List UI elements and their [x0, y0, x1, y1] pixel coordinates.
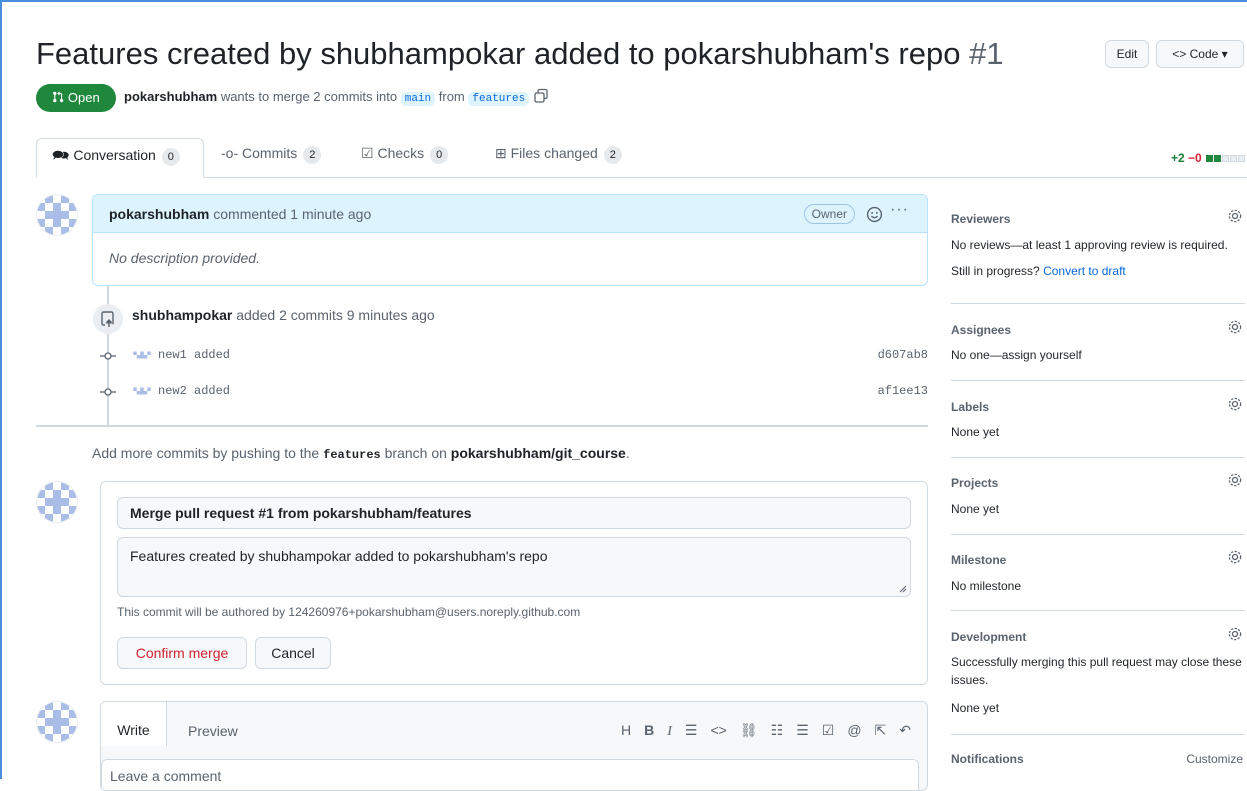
notifications-heading: Notifications: [951, 752, 1024, 766]
labels-text: None yet: [951, 425, 1000, 439]
comment-header: pokarshubham commented 1 minute ago Owne…: [93, 195, 927, 233]
markdown-toolbar: H B I ☰ <> ⛓ ☷ ☰ ☑ @ ⇱ ↶: [608, 722, 911, 740]
assignees-heading[interactable]: Assignees: [951, 323, 1011, 337]
assignees-text[interactable]: No one—assign yourself: [951, 346, 1245, 364]
tab-files-changed[interactable]: ⊞ Files changed 2: [495, 145, 622, 164]
projects-text: None yet: [951, 502, 1000, 516]
owner-badge: Owner: [803, 204, 855, 224]
reply-icon[interactable]: ↶: [899, 722, 911, 739]
timeline-divider: [36, 425, 928, 427]
gear-icon[interactable]: [1227, 208, 1243, 224]
gear-icon[interactable]: [1227, 549, 1243, 565]
milestone-heading[interactable]: Milestone: [951, 553, 1006, 567]
unordered-list-icon[interactable]: ☷: [771, 722, 784, 739]
avatar[interactable]: [132, 348, 152, 362]
avatar[interactable]: [37, 195, 77, 235]
mention-icon[interactable]: @: [847, 722, 861, 738]
projects-heading[interactable]: Projects: [951, 476, 998, 490]
git-commit-icon: [100, 388, 116, 396]
cancel-button[interactable]: Cancel: [255, 637, 331, 669]
tasklist-icon[interactable]: ☑: [822, 722, 835, 739]
gear-icon[interactable]: [1227, 626, 1243, 642]
commit-row: new1 added d607ab8: [100, 346, 930, 366]
edit-button[interactable]: Edit: [1105, 40, 1149, 68]
development-heading[interactable]: Development: [951, 630, 1026, 644]
comment-discussion-icon: 🗪: [52, 147, 70, 163]
italic-icon[interactable]: I: [667, 724, 672, 740]
commit-icon: -o-: [221, 145, 239, 161]
commit-message-link[interactable]: new2 added: [158, 384, 230, 398]
labels-heading[interactable]: Labels: [951, 400, 989, 414]
tab-write[interactable]: Write: [101, 702, 167, 746]
comment-textarea[interactable]: Leave a comment: [101, 759, 919, 790]
checklist-icon: ☑: [361, 145, 374, 161]
pull-request-icon: [53, 91, 64, 103]
tabs-divider: [36, 177, 1247, 178]
reviewers-heading[interactable]: Reviewers: [951, 212, 1010, 226]
repo-link[interactable]: pokarshubham/git_course: [451, 445, 626, 461]
status-badge: Open: [36, 84, 116, 112]
event-actor-link[interactable]: shubhampokar: [132, 307, 232, 323]
reviewers-text: No reviews—at least 1 approving review i…: [951, 238, 1228, 252]
merge-title-input[interactable]: Merge pull request #1 from pokarshubham/…: [117, 497, 911, 529]
commit-sha-link[interactable]: af1ee13: [878, 384, 928, 398]
code-icon[interactable]: <>: [710, 722, 726, 738]
caret-down-icon: ▾: [1221, 47, 1228, 61]
ordered-list-icon[interactable]: ☰: [796, 722, 809, 739]
new-comment-form: Write Preview H B I ☰ <> ⛓ ☷ ☰ ☑ @ ⇱ ↶ Leave a comm…: [100, 701, 928, 791]
gear-icon[interactable]: [1227, 396, 1243, 412]
code-button[interactable]: <> Code ▾: [1156, 40, 1244, 68]
avatar[interactable]: [132, 384, 152, 398]
kebab-horizontal-icon[interactable]: ···: [890, 201, 909, 219]
tab-commits[interactable]: -o- Commits 2: [221, 145, 322, 164]
code-button-label: Code: [1189, 47, 1219, 61]
convert-to-draft-link[interactable]: Convert to draft: [1043, 264, 1126, 278]
code-icon: <>: [1172, 47, 1187, 61]
milestone-text: No milestone: [951, 579, 1022, 593]
base-branch[interactable]: main: [400, 92, 436, 106]
tab-conversation[interactable]: 🗪 Conversation 0: [52, 145, 180, 169]
commit-message-link[interactable]: new1 added: [158, 348, 230, 362]
commit-row: new2 added af1ee13: [100, 382, 930, 402]
comment-timestamp[interactable]: commented 1 minute ago: [213, 206, 371, 222]
smiley-icon[interactable]: [866, 206, 883, 223]
commit-sha-link[interactable]: d607ab8: [878, 348, 928, 362]
development-none: None yet: [951, 701, 1000, 715]
diffstat: +2 −0: [1171, 151, 1245, 165]
confirm-merge-button[interactable]: Confirm merge: [117, 637, 247, 669]
commits-added-event: shubhampokar added 2 commits 9 minutes a…: [132, 307, 435, 323]
merge-form: Merge pull request #1 from pokarshubham/…: [100, 481, 928, 685]
link-icon[interactable]: ⛓: [740, 722, 758, 739]
bold-icon[interactable]: B: [644, 722, 654, 738]
resize-handle-icon[interactable]: [899, 585, 907, 593]
head-branch[interactable]: features: [468, 92, 530, 106]
repo-push-icon: [93, 304, 123, 334]
file-diff-icon: ⊞: [495, 145, 507, 161]
tab-preview[interactable]: Preview: [188, 723, 238, 739]
pr-title: Features created by shubhampokar added t…: [36, 36, 1004, 71]
git-commit-icon: [100, 352, 116, 360]
tab-checks[interactable]: ☑ Checks 0: [361, 145, 449, 164]
development-text: Successfully merging this pull request m…: [951, 655, 1242, 687]
comment-author-link[interactable]: pokarshubham: [109, 206, 209, 222]
gear-icon[interactable]: [1227, 472, 1243, 488]
merge-message-textarea[interactable]: Features created by shubhampokar added t…: [117, 537, 911, 597]
pr-number: #1: [969, 36, 1004, 71]
customize-link[interactable]: Customize: [1186, 752, 1243, 766]
push-note: Add more commits by pushing to the featu…: [92, 445, 630, 462]
pr-meta: pokarshubham wants to merge 2 commits in…: [124, 88, 549, 106]
comment-box: pokarshubham commented 1 minute ago Owne…: [92, 194, 928, 286]
copy-icon[interactable]: [533, 88, 549, 104]
quote-icon[interactable]: ☰: [685, 722, 698, 739]
avatar[interactable]: [37, 702, 77, 742]
gear-icon[interactable]: [1227, 319, 1243, 335]
authored-note: This commit will be authored by 12426097…: [117, 605, 581, 619]
heading-icon[interactable]: H: [621, 722, 631, 738]
pr-author-link[interactable]: pokarshubham: [124, 89, 217, 104]
avatar[interactable]: [37, 482, 77, 522]
push-branch: features: [323, 448, 381, 462]
comment-body: No description provided.: [109, 250, 260, 266]
cross-reference-icon[interactable]: ⇱: [875, 722, 887, 739]
